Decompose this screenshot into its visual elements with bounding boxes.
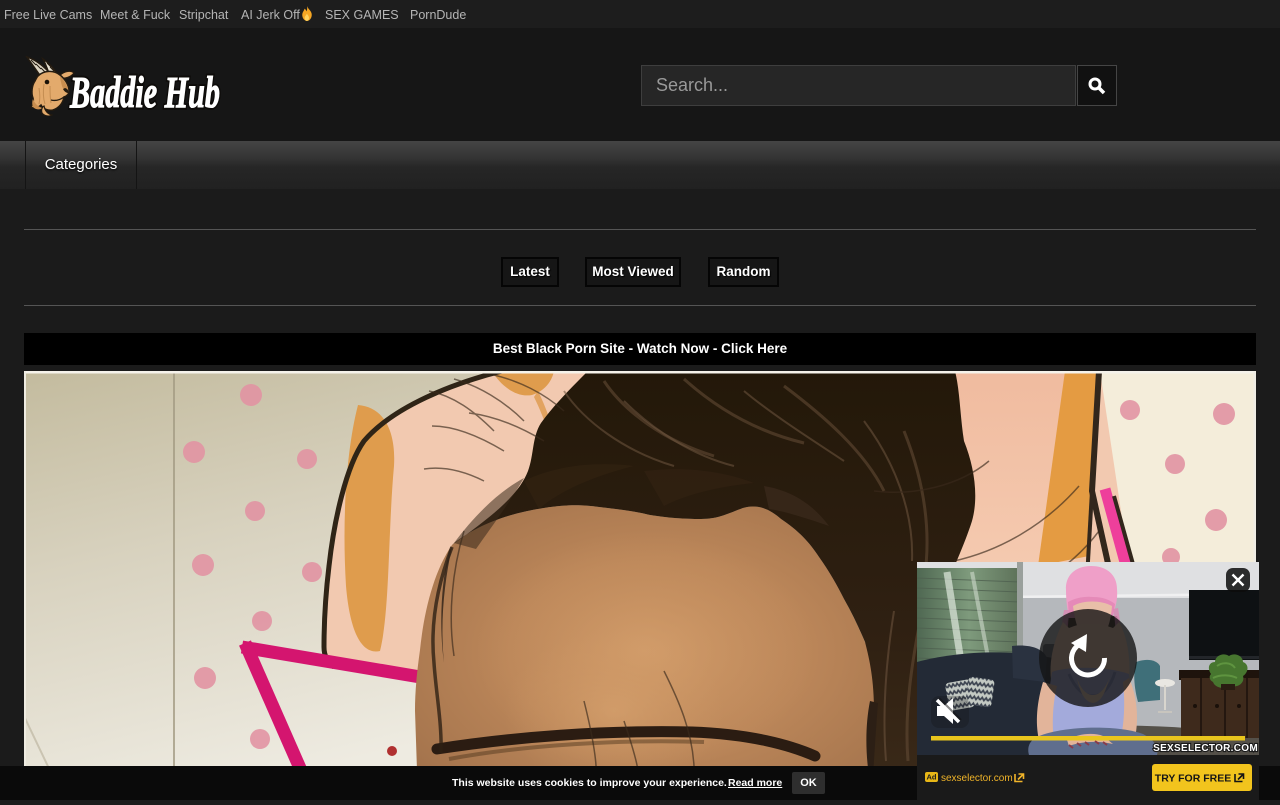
svg-text:Baddie Hub: Baddie Hub <box>69 68 220 116</box>
svg-text:Ad: Ad <box>927 773 937 782</box>
svg-text:SEXSELECTOR.COM: SEXSELECTOR.COM <box>1153 743 1258 754</box>
svg-text:sexselector.com: sexselector.com <box>941 773 1013 784</box>
svg-text:TRY FOR FREE: TRY FOR FREE <box>1155 773 1231 785</box>
